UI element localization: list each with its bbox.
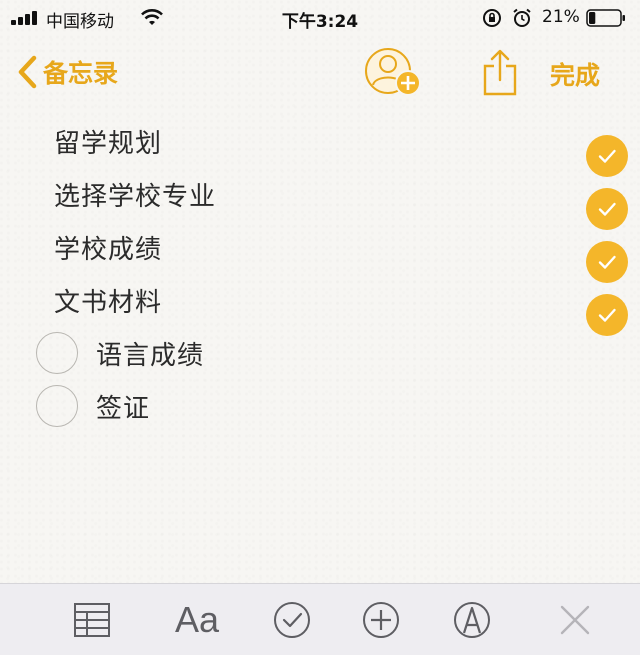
battery-icon <box>586 9 625 27</box>
checklist-item: 留学规划 <box>36 119 628 177</box>
checklist-item: 签证 <box>36 384 150 428</box>
checklist-button[interactable] <box>270 598 314 642</box>
battery-percent: 21% <box>542 7 580 27</box>
checkbox[interactable] <box>36 385 78 427</box>
checkmark-icon <box>598 149 616 163</box>
checklist-item: 语言成绩 <box>36 331 204 375</box>
share-icon[interactable] <box>480 48 520 98</box>
table-button[interactable] <box>70 598 114 642</box>
checklist-item-text[interactable]: 留学规划 <box>54 123 162 160</box>
checklist-icon <box>274 602 310 638</box>
checkmark-icon <box>598 202 616 216</box>
checkbox[interactable] <box>586 135 628 177</box>
back-button[interactable]: 备忘录 <box>16 52 118 92</box>
add-people-icon[interactable] <box>362 45 426 101</box>
close-icon <box>560 605 590 635</box>
checklist-item-text[interactable]: 文书材料 <box>54 282 162 319</box>
bottom-toolbar: Aa <box>0 583 640 655</box>
checklist-item: 选择学校专业 <box>36 172 628 230</box>
chevron-left-icon <box>18 55 37 89</box>
checklist-item-text[interactable]: 语言成绩 <box>96 335 204 372</box>
markup-icon <box>454 602 490 638</box>
checklist-item: 学校成绩 <box>36 225 628 283</box>
alarm-icon <box>513 8 531 27</box>
checkbox[interactable] <box>36 332 78 374</box>
checkmark-icon <box>598 308 616 322</box>
format-button[interactable]: Aa <box>172 598 222 642</box>
checkbox[interactable] <box>586 241 628 283</box>
add-icon <box>363 602 399 638</box>
done-button[interactable]: 完成 <box>550 56 600 92</box>
navigation-bar: 备忘录 完成 <box>0 40 640 104</box>
checkbox[interactable] <box>586 188 628 230</box>
checklist-item-text[interactable]: 签证 <box>96 388 150 425</box>
status-bar: 中国移动 下午3:24 21% <box>0 0 640 36</box>
rotation-lock-icon <box>483 9 501 27</box>
back-button-label: 备忘录 <box>43 59 119 88</box>
markup-button[interactable] <box>450 598 494 642</box>
checklist-item-text[interactable]: 选择学校专业 <box>54 176 216 213</box>
close-button[interactable] <box>553 598 597 642</box>
format-text-icon: Aa <box>174 599 220 640</box>
checklist-item-text[interactable]: 学校成绩 <box>54 229 162 266</box>
checkbox[interactable] <box>586 294 628 336</box>
checkmark-icon <box>598 255 616 269</box>
add-button[interactable] <box>359 598 403 642</box>
checklist-item: 文书材料 <box>36 278 628 336</box>
table-icon <box>74 603 110 637</box>
